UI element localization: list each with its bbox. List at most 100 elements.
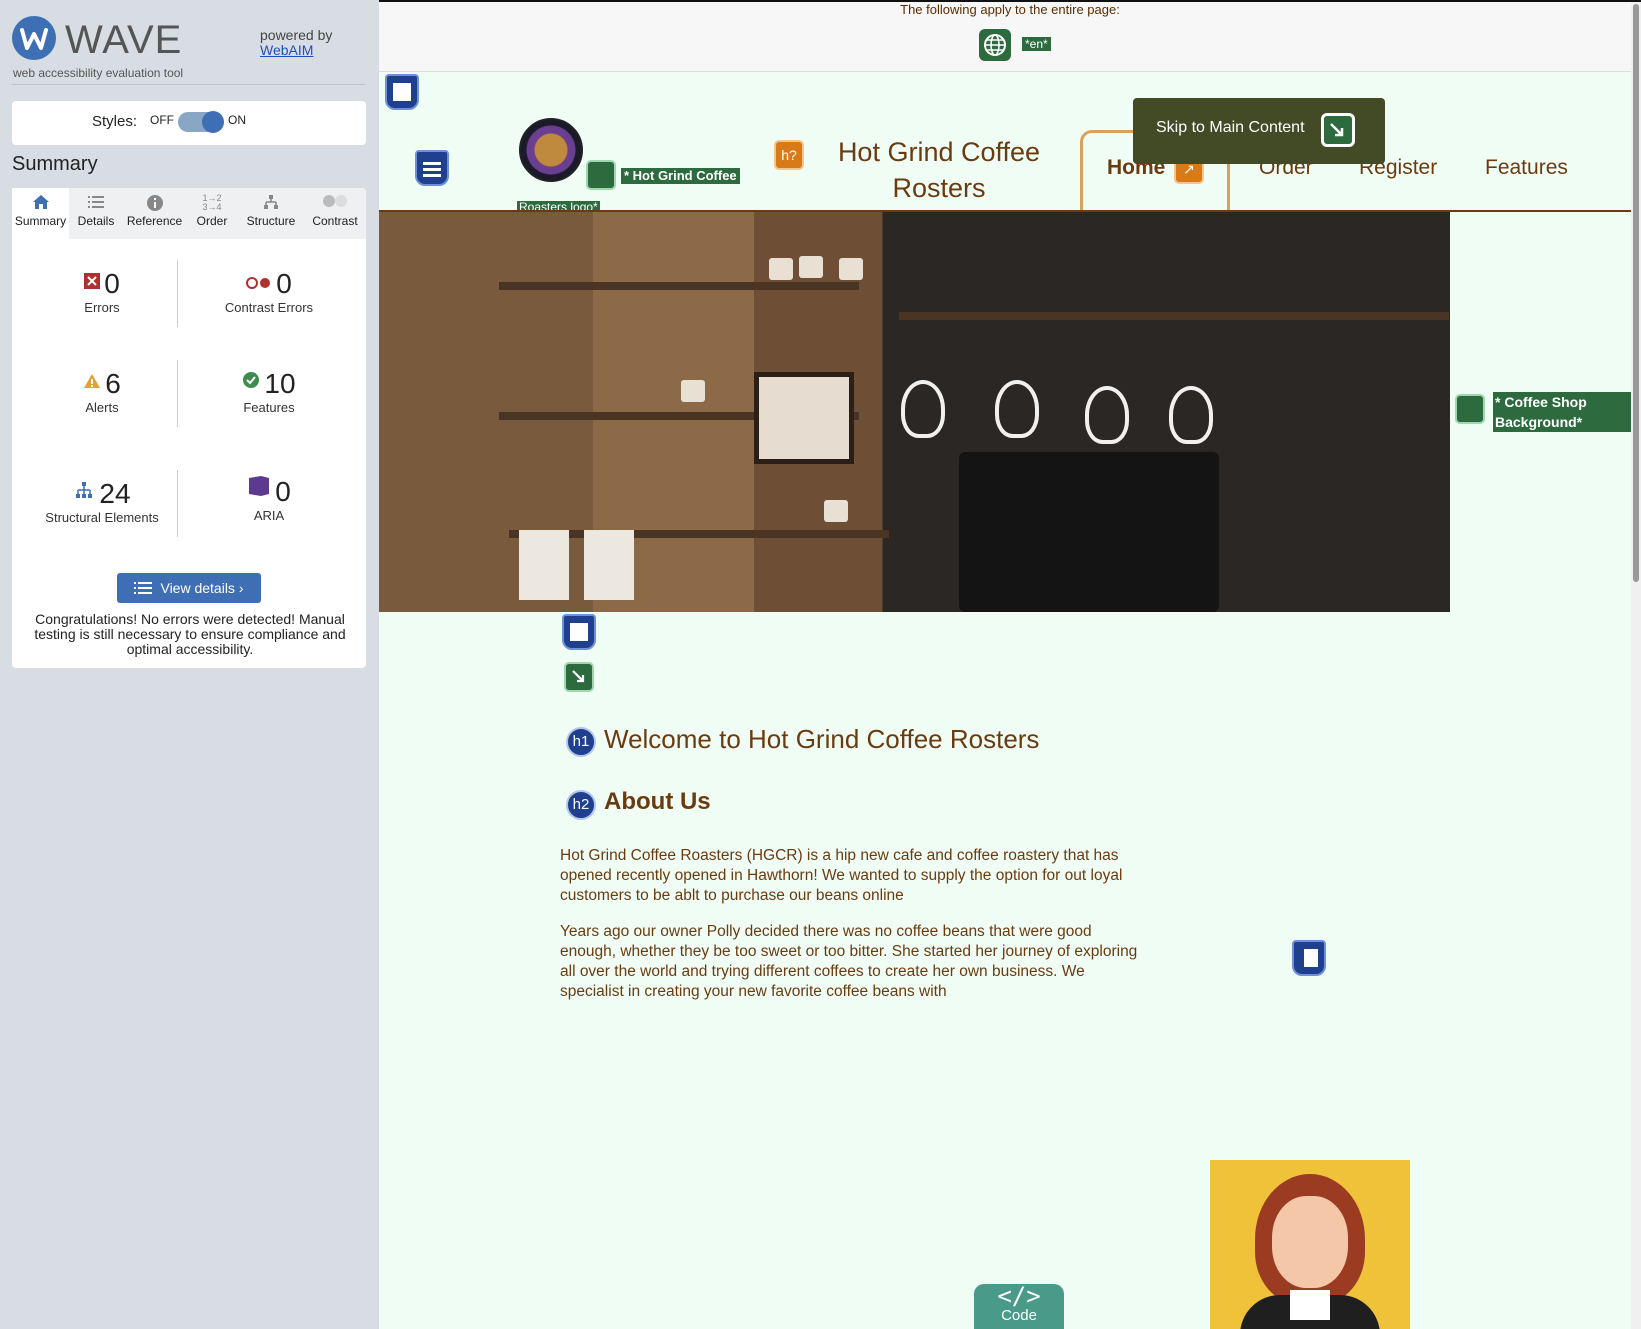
summary-panel: Summary Details Reference 1→23→4 Order bbox=[12, 188, 366, 668]
tab-label: Summary bbox=[14, 214, 67, 228]
stat-features[interactable]: 10 Features bbox=[189, 368, 349, 415]
code-icon: </> bbox=[997, 1282, 1041, 1310]
possible-heading-alert-icon[interactable]: h? bbox=[774, 140, 804, 170]
alerts-label: Alerts bbox=[85, 400, 119, 415]
h2-badge-icon[interactable]: h2 bbox=[566, 790, 596, 820]
view-details-button[interactable]: View details › bbox=[117, 573, 261, 603]
toggle-knob bbox=[202, 111, 224, 133]
stat-divider bbox=[177, 470, 178, 537]
aria-count: 0 bbox=[275, 476, 291, 507]
errors-count: 0 bbox=[104, 268, 120, 299]
contrast-errors-label: Contrast Errors bbox=[224, 300, 314, 315]
background-image-label: * Coffee Shop Background* bbox=[1493, 392, 1641, 432]
coffee-shop-hero-image bbox=[379, 212, 1450, 612]
view-details-label: View details › bbox=[160, 580, 244, 596]
page-scrollbar[interactable] bbox=[1631, 2, 1641, 1329]
wave-subtitle: web accessibility evaluation tool bbox=[13, 66, 184, 80]
list-icon bbox=[69, 188, 123, 214]
logo-alt-label: * Hot Grind Coffee bbox=[621, 168, 740, 184]
about-heading-h2: About Us bbox=[604, 788, 711, 815]
home-icon bbox=[12, 188, 69, 214]
wave-logo-icon bbox=[12, 16, 56, 60]
tab-contrast[interactable]: Contrast bbox=[304, 188, 366, 239]
congrats-message: Congratulations! No errors were detected… bbox=[34, 611, 346, 657]
tab-label: Order bbox=[196, 214, 228, 228]
page-preview: The following apply to the entire page: … bbox=[379, 0, 1641, 1329]
stat-errors[interactable]: 0 Errors bbox=[32, 268, 172, 315]
alt-text-image-icon[interactable] bbox=[586, 160, 616, 190]
features-count: 10 bbox=[264, 368, 296, 399]
styles-toggle-box: Styles: OFF ON bbox=[12, 101, 366, 145]
wave-sidebar: WAVE web accessibility evaluation tool p… bbox=[0, 0, 379, 1329]
styles-toggle[interactable] bbox=[178, 111, 224, 133]
structure-icon bbox=[238, 188, 304, 214]
structural-label: Structural Elements bbox=[45, 510, 159, 525]
page-heading-h1: Welcome to Hot Grind Coffee Rosters bbox=[604, 724, 1040, 754]
features-label: Features bbox=[243, 400, 295, 415]
alert-icon bbox=[83, 373, 101, 394]
tab-details[interactable]: Details bbox=[69, 188, 123, 239]
aside-region-icon[interactable] bbox=[1292, 940, 1326, 976]
about-paragraph-2: Years ago our owner Polly decided there … bbox=[560, 923, 1138, 1000]
site-logo[interactable] bbox=[519, 118, 583, 182]
structure-icon bbox=[73, 481, 95, 504]
styles-off-label: OFF bbox=[150, 113, 174, 127]
header-region-icon[interactable] bbox=[385, 74, 419, 110]
contrast-icon bbox=[304, 188, 366, 214]
tab-order[interactable]: 1→2 3→4 Order bbox=[186, 188, 238, 239]
skip-link[interactable]: Skip to Main Content bbox=[1156, 119, 1305, 137]
stat-divider bbox=[177, 360, 178, 427]
skip-link-box[interactable]: Skip to Main Content bbox=[1133, 98, 1385, 164]
stat-aria[interactable]: 0 ARIA bbox=[189, 475, 349, 523]
tab-structure[interactable]: Structure bbox=[238, 188, 304, 239]
structural-count: 24 bbox=[99, 478, 131, 509]
scroll-thumb[interactable] bbox=[1633, 4, 1639, 582]
aria-icon bbox=[247, 475, 271, 502]
alerts-count: 6 bbox=[105, 368, 121, 399]
tab-summary[interactable]: Summary bbox=[12, 188, 69, 239]
code-toggle-button[interactable]: </> Code bbox=[974, 1284, 1064, 1329]
contrast-errors-count: 0 bbox=[276, 268, 292, 299]
styles-on-label: ON bbox=[228, 113, 246, 127]
stat-divider bbox=[177, 260, 178, 327]
stat-structural[interactable]: 24 Structural Elements bbox=[32, 478, 172, 525]
tab-label: Details bbox=[77, 214, 115, 228]
owner-avatar-image bbox=[1210, 1160, 1410, 1329]
site-title: Hot Grind Coffee Rosters bbox=[837, 137, 1041, 203]
tab-reference[interactable]: Reference bbox=[123, 188, 186, 239]
powered-by-text: powered by bbox=[260, 27, 333, 43]
check-icon bbox=[242, 371, 260, 394]
sidebar-divider bbox=[12, 84, 366, 85]
code-label: Code bbox=[1001, 1307, 1037, 1324]
contrast-error-icon bbox=[246, 276, 272, 294]
h1-badge-icon[interactable]: h1 bbox=[566, 727, 596, 757]
errors-label: Errors bbox=[84, 300, 120, 315]
nav-features[interactable]: Features bbox=[1485, 156, 1568, 180]
language-globe-icon[interactable] bbox=[979, 29, 1011, 61]
about-paragraph-1: Hot Grind Coffee Roasters (HGCR) is a hi… bbox=[560, 847, 1123, 904]
error-icon bbox=[84, 273, 101, 294]
tab-label: Contrast bbox=[312, 214, 358, 228]
summary-heading: Summary bbox=[12, 153, 98, 175]
stat-alerts[interactable]: 6 Alerts bbox=[32, 368, 172, 415]
webaim-link[interactable]: WebAIM bbox=[260, 43, 332, 58]
background-image-icon[interactable] bbox=[1455, 394, 1485, 424]
powered-by: powered by WebAIM bbox=[260, 28, 332, 58]
wave-title: WAVE bbox=[65, 18, 183, 62]
page-level-bar: The following apply to the entire page: … bbox=[379, 0, 1641, 72]
tab-label: Reference bbox=[126, 214, 183, 228]
aria-label: ARIA bbox=[253, 508, 285, 523]
main-region-icon[interactable] bbox=[562, 614, 596, 650]
order-icon: 1→2 3→4 bbox=[202, 193, 222, 212]
applies-text: The following apply to the entire page: bbox=[900, 2, 1120, 17]
info-icon bbox=[123, 188, 186, 214]
lang-tag: *en* bbox=[1022, 37, 1051, 51]
skip-link-icon bbox=[1321, 113, 1355, 147]
tab-label: Structure bbox=[246, 214, 296, 228]
wave-tabs: Summary Details Reference 1→23→4 Order bbox=[12, 188, 366, 239]
styles-label: Styles: bbox=[92, 113, 138, 130]
list-icon bbox=[134, 575, 153, 605]
navigation-region-icon[interactable] bbox=[415, 150, 449, 186]
stat-contrast-errors[interactable]: 0 Contrast Errors bbox=[189, 268, 349, 315]
skip-link-target-icon[interactable] bbox=[564, 662, 594, 692]
